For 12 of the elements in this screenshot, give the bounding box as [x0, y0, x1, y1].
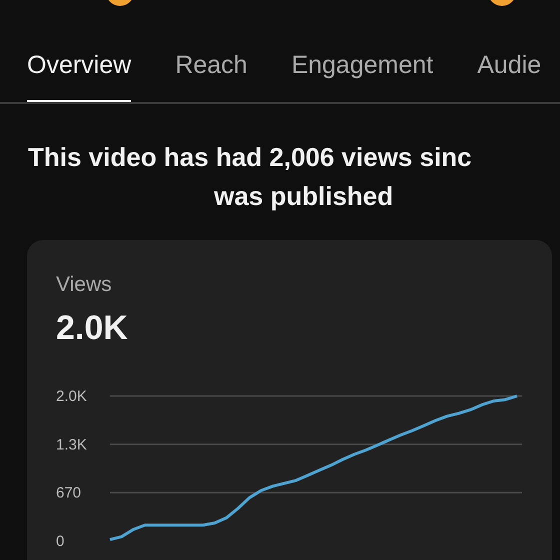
axis-tick-label: 0: [56, 533, 64, 550]
tab[interactable]: Engagement: [291, 38, 434, 102]
views-total: 2.0K: [56, 309, 129, 348]
headline-line: This video has had 2,006 views sinc: [27, 141, 473, 174]
axis-tick-label: 2.0K: [56, 388, 87, 405]
tab[interactable]: Reach: [175, 38, 248, 102]
axis-tick-label: 670: [56, 484, 82, 502]
tab[interactable]: Audie: [477, 38, 542, 102]
axis-tick-label: 1.3K: [56, 436, 87, 454]
card-title: Views: [56, 273, 113, 297]
tab[interactable]: Overview: [27, 38, 132, 102]
headline-line: was published: [213, 180, 394, 213]
